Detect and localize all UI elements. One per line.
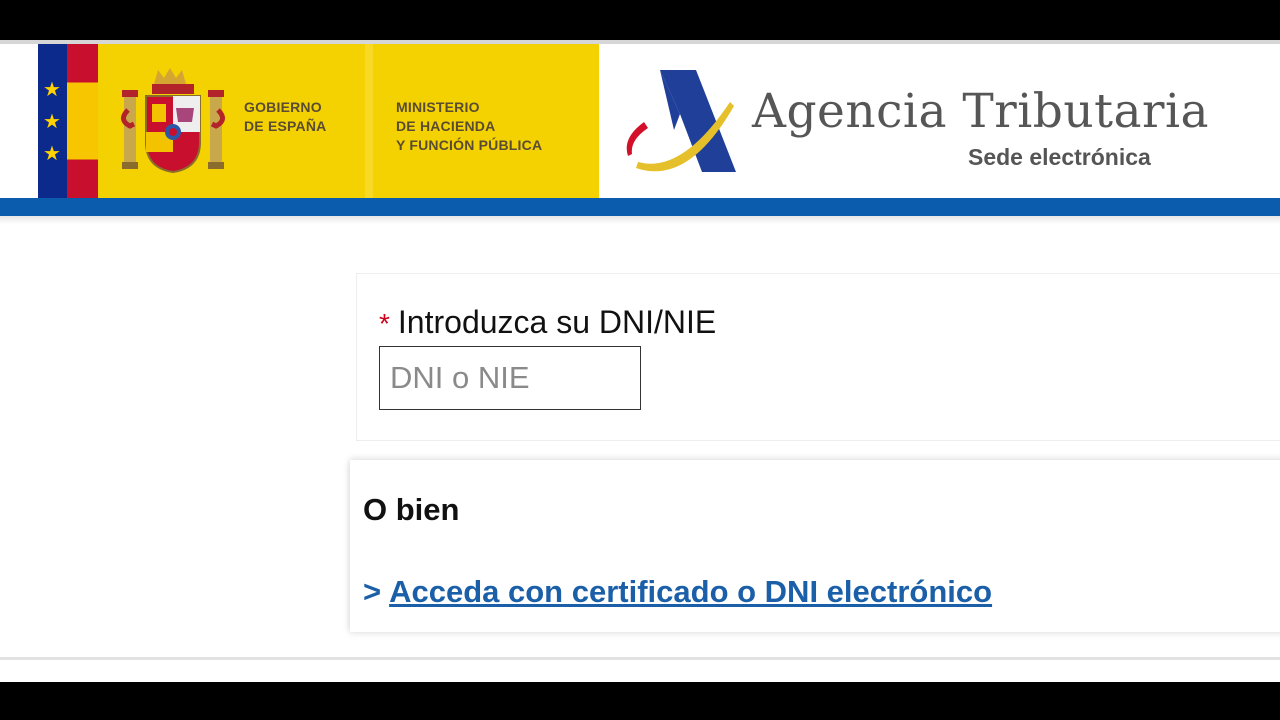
video-frame-bottom bbox=[0, 682, 1280, 720]
brand-title: Agencia Tributaria bbox=[752, 84, 1210, 139]
certificate-link-row: > Acceda con certificado o DNI electrónic… bbox=[363, 574, 992, 610]
government-name: GOBIERNO DE ESPAÑA bbox=[244, 99, 327, 134]
dni-field-card: * Introduzca su DNI/NIE bbox=[356, 273, 1280, 441]
eu-star-icon: ★ bbox=[43, 111, 61, 133]
spain-flag-band bbox=[67, 44, 98, 198]
eu-star-icon: ★ bbox=[43, 143, 61, 165]
browser-page: ★ ★ ★ GOBIERNO DE ESPAÑA MINISTERIO DE H… bbox=[0, 40, 1280, 682]
eu-flag-band: ★ ★ ★ bbox=[38, 44, 67, 198]
required-asterisk: * bbox=[379, 308, 390, 339]
dni-label-text: Introduzca su DNI/NIE bbox=[397, 304, 717, 340]
video-frame-top bbox=[0, 0, 1280, 40]
banner-divider bbox=[365, 44, 373, 198]
aeat-logo-icon[interactable] bbox=[618, 68, 740, 178]
eu-star-icon: ★ bbox=[43, 79, 61, 101]
alternative-heading: O bien bbox=[363, 492, 460, 527]
alternative-access-card: O bien > Acceda con certificado o DNI ele… bbox=[350, 460, 1280, 632]
site-header: ★ ★ ★ GOBIERNO DE ESPAÑA MINISTERIO DE H… bbox=[0, 44, 1280, 198]
chevron-right-icon: > bbox=[363, 574, 382, 609]
ministry-name: MINISTERIO DE HACIENDA Y FUNCIÓN PÚBLICA bbox=[396, 99, 543, 153]
dni-field-label: * Introduzca su DNI/NIE bbox=[379, 304, 716, 341]
dni-input[interactable] bbox=[379, 346, 641, 410]
spain-coat-of-arms-icon bbox=[121, 68, 225, 174]
certificate-login-link[interactable]: Acceda con certificado o DNI electrónico bbox=[389, 574, 992, 609]
header-shadow bbox=[0, 216, 1280, 224]
page-bottom-border bbox=[0, 657, 1280, 660]
brand-subtitle: Sede electrónica bbox=[968, 144, 1151, 170]
header-accent-bar bbox=[0, 198, 1280, 216]
